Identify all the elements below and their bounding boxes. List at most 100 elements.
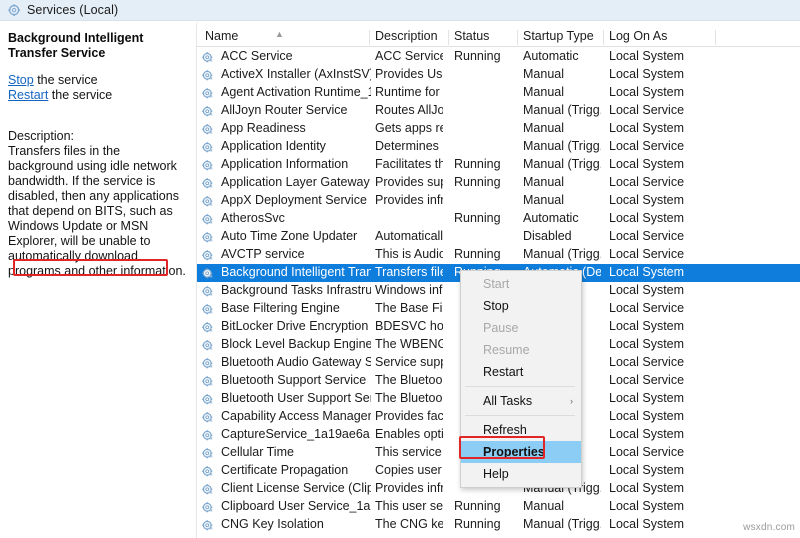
column-header-status[interactable]: Status	[454, 29, 489, 43]
service-icon	[202, 250, 214, 262]
cell-name: Cellular Time	[221, 445, 371, 459]
service-icon	[202, 142, 214, 154]
cell-name: ActiveX Installer (AxInstSV)	[221, 67, 371, 81]
window-title: Services (Local)	[27, 3, 118, 17]
table-row[interactable]: Application Layer Gateway S... Provides s…	[197, 174, 800, 192]
table-row[interactable]: AtherosSvcRunningAutomaticLocal System	[197, 210, 800, 228]
table-row[interactable]: Auto Time Zone UpdaterAutomaticall...Dis…	[197, 228, 800, 246]
table-row[interactable]: CNG Key IsolationThe CNG ke...RunningMan…	[197, 516, 800, 534]
service-icon	[202, 448, 214, 460]
cell-name: Bluetooth Audio Gateway Se...	[221, 355, 371, 369]
stop-service-row: Stop the service	[8, 73, 188, 88]
cell-logon-as: Local System	[609, 517, 719, 531]
cell-startup: Automatic	[523, 49, 601, 63]
cell-description: Facilitates th...	[375, 157, 443, 171]
column-header-name[interactable]: Name	[205, 29, 238, 43]
cell-startup: Manual (Trigg...	[523, 157, 601, 171]
table-row[interactable]: Application IdentityDetermines ...Manual…	[197, 138, 800, 156]
cell-description: The Bluetoo...	[375, 391, 443, 405]
cell-description: The CNG ke...	[375, 517, 443, 531]
menu-item-pause: Pause	[461, 317, 581, 339]
cell-name: Auto Time Zone Updater	[221, 229, 371, 243]
cell-description: Provides Use...	[375, 67, 443, 81]
service-icon	[202, 304, 214, 316]
services-window: Services (Local) Background Intelligent …	[0, 0, 800, 538]
column-header-logonas[interactable]: Log On As	[609, 29, 667, 43]
cell-name: App Readiness	[221, 121, 371, 135]
table-row[interactable]: Application Information Facilitates th...…	[197, 156, 800, 174]
cell-logon-as: Local Service	[609, 301, 719, 315]
menu-item-all-tasks[interactable]: All Tasks›	[461, 390, 581, 412]
cell-startup: Manual (Trigg...	[523, 517, 601, 531]
cell-name: Capability Access Manager S...	[221, 409, 371, 423]
cell-status: Running	[454, 517, 512, 531]
service-icon	[202, 376, 214, 388]
service-icon	[202, 124, 214, 136]
window-titlebar: Services (Local)	[0, 0, 800, 21]
cell-description: Runtime for ...	[375, 85, 443, 99]
cell-logon-as: Local System	[609, 157, 719, 171]
cell-status: Running	[454, 211, 512, 225]
service-icon	[202, 286, 214, 298]
table-row[interactable]: Clipboard User Service_1a19...This user …	[197, 498, 800, 516]
cell-description: Provides sup...	[375, 175, 443, 189]
cell-name: Bluetooth User Support Serv...	[221, 391, 371, 405]
cell-name: Application Information	[221, 157, 371, 171]
column-divider-5[interactable]	[715, 30, 716, 45]
cell-logon-as: Local System	[609, 499, 719, 513]
description-label: Description:	[8, 129, 188, 144]
table-row[interactable]: ACC ServiceACC ServiceRunningAutomaticLo…	[197, 48, 800, 66]
service-context-menu[interactable]: StartStopPauseResumeRestartAll Tasks›Ref…	[460, 270, 582, 488]
cell-description: Gets apps re...	[375, 121, 443, 135]
service-icon	[202, 358, 214, 370]
table-row[interactable]: AllJoyn Router ServiceRoutes AllJo...Man…	[197, 102, 800, 120]
cell-description: The WBENGI...	[375, 337, 443, 351]
table-row[interactable]: AVCTP serviceThis is Audio...RunningManu…	[197, 246, 800, 264]
menu-item-stop[interactable]: Stop	[461, 295, 581, 317]
menu-item-refresh[interactable]: Refresh	[461, 419, 581, 441]
column-header-description[interactable]: Description	[375, 29, 438, 43]
cell-name: Application Layer Gateway S...	[221, 175, 371, 189]
cell-name: BitLocker Drive Encryption S...	[221, 319, 371, 333]
cell-logon-as: Local System	[609, 481, 719, 495]
restart-service-row: Restart the service	[8, 88, 188, 103]
cell-description: BDESVC hos...	[375, 319, 443, 333]
cell-logon-as: Local Service	[609, 103, 719, 117]
table-row[interactable]: AppX Deployment Service (A...Provides in…	[197, 192, 800, 210]
column-divider-1[interactable]	[369, 30, 370, 45]
menu-item-properties[interactable]: Properties	[461, 441, 581, 463]
cell-startup: Manual (Trigg...	[523, 139, 601, 153]
menu-item-restart[interactable]: Restart	[461, 361, 581, 383]
service-icon	[202, 196, 214, 208]
description-text: Transfers files in the background using …	[8, 144, 188, 279]
table-row[interactable]: ActiveX Installer (AxInstSV) Provides Use…	[197, 66, 800, 84]
selected-service-title: Background Intelligent Transfer Service	[8, 31, 186, 61]
services-gear-icon	[8, 4, 21, 17]
column-header-startup[interactable]: Startup Type	[523, 29, 594, 43]
service-icon	[202, 52, 214, 64]
cell-description: This service ...	[375, 445, 443, 459]
stop-service-suffix: the service	[34, 73, 98, 87]
menu-item-help[interactable]: Help	[461, 463, 581, 485]
table-row[interactable]: App ReadinessGets apps re...ManualLocal …	[197, 120, 800, 138]
cell-description: ACC Service	[375, 49, 443, 63]
cell-description: The Base Filt...	[375, 301, 443, 315]
menu-separator	[465, 386, 575, 387]
table-row[interactable]: Agent Activation Runtime_1...Runtime for…	[197, 84, 800, 102]
service-action-links: Stop the service Restart the service	[8, 73, 188, 103]
column-divider-4[interactable]	[603, 30, 604, 45]
cell-name: ACC Service	[221, 49, 371, 63]
column-divider-2[interactable]	[448, 30, 449, 45]
service-icon	[202, 214, 214, 226]
column-divider-3[interactable]	[517, 30, 518, 45]
restart-service-suffix: the service	[48, 88, 112, 102]
service-details-pane: Background Intelligent Transfer Service …	[0, 21, 196, 538]
stop-service-link[interactable]: Stop	[8, 73, 34, 87]
cell-status: Running	[454, 499, 512, 513]
cell-logon-as: Local System	[609, 49, 719, 63]
cell-logon-as: Local System	[609, 391, 719, 405]
cell-description: Transfers file...	[375, 265, 443, 279]
cell-logon-as: Local Service	[609, 445, 719, 459]
cell-logon-as: Local Service	[609, 229, 719, 243]
restart-service-link[interactable]: Restart	[8, 88, 48, 102]
